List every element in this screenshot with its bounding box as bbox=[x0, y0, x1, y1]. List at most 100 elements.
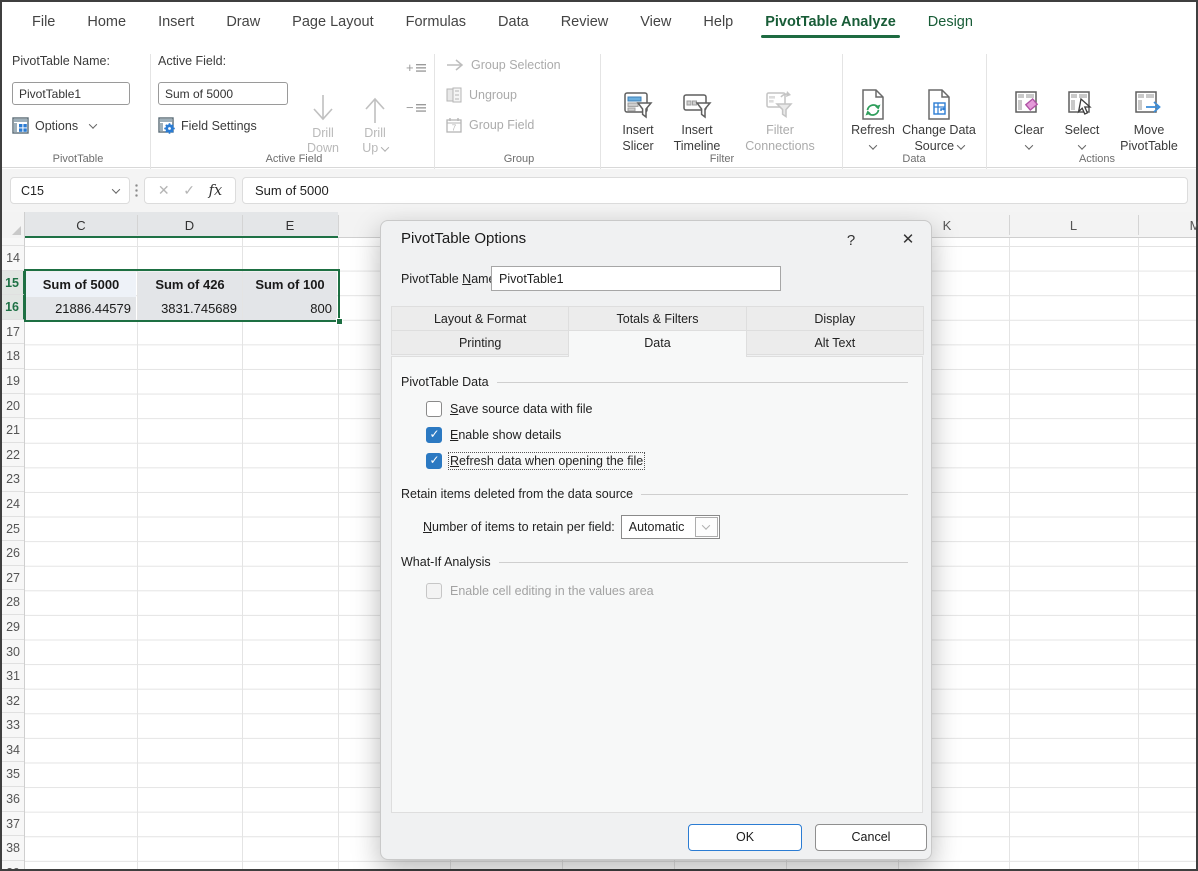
row-header[interactable]: 28 bbox=[2, 590, 24, 615]
row-header[interactable]: 19 bbox=[2, 369, 24, 394]
cell-d16[interactable]: 3831.745689 bbox=[138, 297, 242, 322]
name-box[interactable]: C15 bbox=[10, 177, 130, 204]
tab-pivottable-analyze[interactable]: PivotTable Analyze bbox=[749, 2, 912, 42]
tab-insert[interactable]: Insert bbox=[142, 2, 210, 42]
row-header[interactable]: 35 bbox=[2, 762, 24, 787]
cell-c16[interactable]: 21886.44579 bbox=[26, 297, 136, 322]
row-header[interactable]: 30 bbox=[2, 640, 24, 665]
row-header[interactable]: 18 bbox=[2, 344, 24, 369]
retain-items-value: Automatic bbox=[622, 520, 695, 534]
row-header[interactable]: 13 bbox=[2, 238, 24, 246]
gridline bbox=[1009, 238, 1010, 869]
column-header-c[interactable]: C bbox=[25, 212, 137, 238]
ungroup-button[interactable]: Ungroup bbox=[446, 82, 517, 108]
tab-home[interactable]: Home bbox=[71, 2, 142, 42]
ok-button[interactable]: OK bbox=[688, 824, 802, 851]
column-header-d[interactable]: D bbox=[137, 212, 242, 238]
change-data-source-button[interactable]: Change DataSource bbox=[898, 88, 980, 154]
tab-printing[interactable]: Printing bbox=[391, 330, 569, 355]
select-all-corner[interactable] bbox=[2, 212, 25, 238]
column-header-l[interactable]: L bbox=[1009, 212, 1138, 238]
tab-draw[interactable]: Draw bbox=[210, 2, 276, 42]
column-header-m[interactable]: M bbox=[1178, 212, 1198, 238]
row-header[interactable]: 36 bbox=[2, 787, 24, 812]
enable-show-details-checkbox[interactable] bbox=[426, 427, 442, 443]
active-field-input[interactable] bbox=[158, 82, 288, 105]
row-header[interactable]: 33 bbox=[2, 713, 24, 738]
dropdown-button[interactable] bbox=[695, 517, 718, 537]
pivottable-name-input[interactable] bbox=[12, 82, 130, 105]
row-header[interactable]: 15 bbox=[2, 271, 25, 296]
cell-d15[interactable]: Sum of 426 bbox=[138, 272, 242, 297]
row-header[interactable]: 24 bbox=[2, 492, 24, 517]
cancel-formula-icon[interactable]: ✕ bbox=[158, 182, 170, 199]
row-header[interactable]: 27 bbox=[2, 566, 24, 591]
row-header[interactable]: 21 bbox=[2, 418, 24, 443]
clear-button[interactable]: Clear bbox=[1006, 88, 1052, 154]
tab-data[interactable]: Data bbox=[482, 2, 545, 42]
tab-totals-filters[interactable]: Totals & Filters bbox=[568, 306, 746, 331]
tab-help[interactable]: Help bbox=[687, 2, 749, 42]
drill-up-button[interactable]: DrillUp bbox=[352, 92, 398, 156]
row-header[interactable]: 26 bbox=[2, 541, 24, 566]
tab-view[interactable]: View bbox=[624, 2, 687, 42]
row-header[interactable]: 25 bbox=[2, 517, 24, 542]
tab-page-layout[interactable]: Page Layout bbox=[276, 2, 389, 42]
retain-items-dropdown[interactable]: Automatic bbox=[621, 515, 720, 539]
tab-design[interactable]: Design bbox=[912, 2, 989, 42]
field-settings-button[interactable]: Field Settings bbox=[158, 117, 257, 134]
cancel-button[interactable]: Cancel bbox=[815, 824, 927, 851]
row-header[interactable]: 22 bbox=[2, 443, 24, 468]
tab-data[interactable]: Data bbox=[568, 330, 746, 357]
row-header[interactable]: 34 bbox=[2, 738, 24, 763]
insert-function-icon[interactable]: fx bbox=[209, 183, 223, 199]
cell-e16[interactable]: 800 bbox=[243, 297, 337, 322]
row-header[interactable]: 39 bbox=[2, 861, 24, 869]
column-header-e[interactable]: E bbox=[242, 212, 338, 238]
dialog-pivottable-name-input[interactable]: PivotTable1 bbox=[491, 266, 781, 291]
row-header[interactable]: 29 bbox=[2, 615, 24, 640]
filter-connections-button[interactable]: FilterConnections bbox=[732, 88, 828, 154]
column-header-k[interactable]: K bbox=[932, 212, 962, 238]
close-icon[interactable]: ✕ bbox=[893, 227, 923, 253]
grip-handle-icon[interactable] bbox=[135, 183, 138, 199]
refresh-button[interactable]: Refresh bbox=[848, 88, 898, 154]
formula-input[interactable]: Sum of 5000 bbox=[242, 177, 1188, 204]
row-header[interactable]: 38 bbox=[2, 836, 24, 861]
row-header[interactable]: 16 bbox=[2, 295, 25, 320]
help-button[interactable]: ? bbox=[839, 229, 863, 253]
collapse-field-button[interactable]: − bbox=[406, 100, 426, 115]
move-pivottable-button[interactable]: MovePivotTable bbox=[1110, 88, 1188, 154]
chevron-down-icon[interactable] bbox=[112, 185, 120, 193]
tab-formulas[interactable]: Formulas bbox=[390, 2, 482, 42]
row-header[interactable]: 14 bbox=[2, 246, 24, 271]
row-header[interactable]: 32 bbox=[2, 689, 24, 714]
group-field-button[interactable]: 7 Group Field bbox=[446, 112, 534, 138]
save-source-data-label[interactable]: Save source data with file bbox=[450, 402, 592, 416]
refresh-on-open-checkbox[interactable] bbox=[426, 453, 442, 469]
row-header[interactable]: 20 bbox=[2, 394, 24, 419]
expand-field-button[interactable]: + bbox=[406, 60, 426, 75]
tab-layout-format[interactable]: Layout & Format bbox=[391, 306, 569, 331]
insert-slicer-button[interactable]: InsertSlicer bbox=[614, 88, 662, 154]
tab-alt-text[interactable]: Alt Text bbox=[746, 330, 924, 355]
fill-handle[interactable] bbox=[336, 318, 343, 325]
row-header[interactable]: 37 bbox=[2, 812, 24, 837]
tab-file[interactable]: File bbox=[16, 2, 71, 42]
row-header[interactable]: 17 bbox=[2, 320, 24, 345]
options-button[interactable]: Options bbox=[12, 117, 96, 134]
row-header[interactable]: 31 bbox=[2, 664, 24, 689]
tab-review[interactable]: Review bbox=[545, 2, 625, 42]
cell-e15[interactable]: Sum of 100 bbox=[243, 272, 337, 297]
tab-display[interactable]: Display bbox=[746, 306, 924, 331]
cell-c15[interactable]: Sum of 5000 bbox=[26, 272, 136, 297]
drill-down-button[interactable]: DrillDown bbox=[300, 92, 346, 156]
refresh-on-open-label[interactable]: Refresh data when opening the file bbox=[450, 454, 643, 468]
enable-show-details-label[interactable]: Enable show details bbox=[450, 428, 561, 442]
row-header[interactable]: 23 bbox=[2, 467, 24, 492]
enter-formula-icon[interactable]: ✓ bbox=[183, 182, 195, 199]
select-button[interactable]: Select bbox=[1058, 88, 1106, 154]
group-selection-button[interactable]: Group Selection bbox=[446, 52, 561, 78]
save-source-data-checkbox[interactable] bbox=[426, 401, 442, 417]
insert-timeline-button[interactable]: InsertTimeline bbox=[666, 88, 728, 154]
